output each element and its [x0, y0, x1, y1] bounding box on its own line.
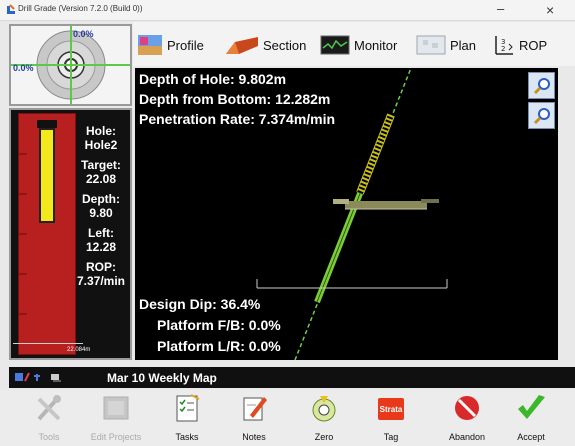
abandon-label: Abandon — [448, 432, 486, 442]
abandon-button[interactable]: Abandon — [436, 390, 498, 446]
drill-status-panel: 22.084m Hole: Hole2 Target: 22.08 Depth:… — [9, 108, 132, 360]
tab-monitor-label: Monitor — [354, 37, 398, 53]
monitor-icon — [320, 35, 350, 55]
zoom-in-button[interactable] — [528, 72, 555, 99]
depth-label: Depth: — [82, 192, 120, 206]
tasks-label: Tasks — [175, 432, 199, 442]
tab-profile-label: Profile — [167, 37, 204, 53]
notes-icon — [243, 397, 267, 421]
profile-view[interactable]: Depth of Hole: 9.802m Depth from Bottom:… — [135, 68, 558, 360]
window-title: Drill Grade (Version 7.2.0 (Build 0)) — [18, 4, 143, 13]
inclination-lr-value: 0.0% — [13, 63, 34, 73]
tab-rop[interactable]: 3 2 ROP — [493, 28, 547, 62]
hole-value: Hole2 — [84, 138, 118, 152]
hole-label: Hole: — [86, 124, 116, 138]
target-label: Target: — [81, 158, 121, 172]
close-button[interactable]: × — [546, 2, 554, 18]
zoom-out-icon — [533, 107, 550, 124]
target-depth-line — [13, 343, 83, 344]
rop-value: 7.37/min — [76, 274, 126, 288]
zoom-out-button[interactable] — [528, 102, 555, 129]
notes-label: Notes — [242, 432, 266, 442]
depth-of-hole: Depth of Hole: 9.802m — [139, 71, 287, 87]
penetration-rate: Penetration Rate: 7.374m/min — [139, 111, 336, 127]
edit-projects-button[interactable]: Edit Projects — [85, 390, 147, 446]
accept-label: Accept — [517, 432, 545, 442]
accept-checkmark-icon — [518, 395, 545, 419]
drill-rig-front — [333, 199, 349, 204]
design-dip: Design Dip: 36.4% — [139, 296, 261, 312]
tasks-button[interactable]: Tasks — [156, 390, 218, 446]
strata-icon-text: Strata — [380, 405, 403, 414]
strata-tag-icon: Strata — [378, 398, 404, 420]
plan-icon — [416, 35, 446, 55]
hole-stats: Hole: Hole2 Target: 22.08 Depth: 9.80 Le… — [71, 124, 131, 294]
svg-text:2: 2 — [501, 45, 505, 53]
zero-button[interactable]: Zero — [293, 390, 355, 446]
drill-rig-body — [345, 201, 427, 209]
tab-plan-label: Plan — [450, 37, 477, 53]
edit-projects-label: Edit Projects — [90, 432, 142, 442]
tasks-icon — [176, 394, 200, 422]
drill-rig-rear — [421, 199, 439, 203]
rop-icon: 3 2 — [495, 36, 513, 55]
title-bar: Drill Grade (Version 7.2.0 (Build 0)) – … — [0, 0, 575, 21]
inclination-fb-value: 0.0% — [73, 29, 94, 39]
edit-projects-icon — [103, 396, 129, 420]
abandon-icon — [455, 396, 479, 420]
tools-button[interactable]: Tools — [18, 390, 80, 446]
app-logo-icon — [7, 4, 15, 14]
tab-profile[interactable]: Profile — [137, 28, 204, 62]
depth-value: 9.80 — [89, 206, 113, 220]
accept-button[interactable]: Accept — [500, 390, 562, 446]
platform-fb: Platform F/B: 0.0% — [157, 317, 281, 333]
tab-monitor[interactable]: Monitor — [320, 28, 397, 62]
platform-lr: Platform L/R: 0.0% — [157, 338, 281, 354]
view-tabs: Profile Section Monitor Plan 3 2 ROP — [133, 22, 575, 66]
left-value: 12.28 — [85, 240, 117, 254]
tab-section-label: Section — [263, 37, 307, 53]
bottom-toolbar: Tools Edit Projects Tasks Notes Zero Str… — [0, 390, 575, 446]
drilled-depth-bar — [39, 128, 55, 223]
inclinometer-panel: 0.0% 0.0% — [9, 24, 132, 106]
active-map-name: Mar 10 Weekly Map — [107, 371, 217, 385]
left-label: Left: — [88, 226, 114, 240]
tag-label: Tag — [383, 432, 399, 442]
tools-label: Tools — [38, 432, 60, 442]
tag-button[interactable]: Strata Tag — [360, 390, 422, 446]
tools-icon — [37, 395, 61, 421]
connection-status-icons — [15, 370, 75, 387]
profile-icon — [138, 35, 162, 55]
tab-plan[interactable]: Plan — [416, 28, 476, 62]
section-icon — [226, 37, 258, 54]
tab-rop-label: ROP — [519, 37, 548, 53]
minimize-button[interactable]: – — [497, 1, 504, 16]
zoom-in-icon — [533, 77, 550, 94]
notes-button[interactable]: Notes — [223, 390, 285, 446]
status-bar: Mar 10 Weekly Map — [9, 367, 575, 388]
rop-label: ROP: — [86, 260, 116, 274]
zero-icon — [312, 396, 336, 422]
zero-label: Zero — [314, 432, 334, 442]
depth-gauge: 22.084m — [13, 113, 90, 355]
gauge-bar-cap — [37, 120, 57, 128]
tab-section[interactable]: Section — [225, 28, 306, 62]
depth-from-bottom: Depth from Bottom: 12.282m — [139, 91, 331, 107]
gauge-target-depth: 22.084m — [67, 347, 91, 353]
view-right-margin — [558, 68, 575, 360]
target-value: 22.08 — [85, 172, 117, 186]
